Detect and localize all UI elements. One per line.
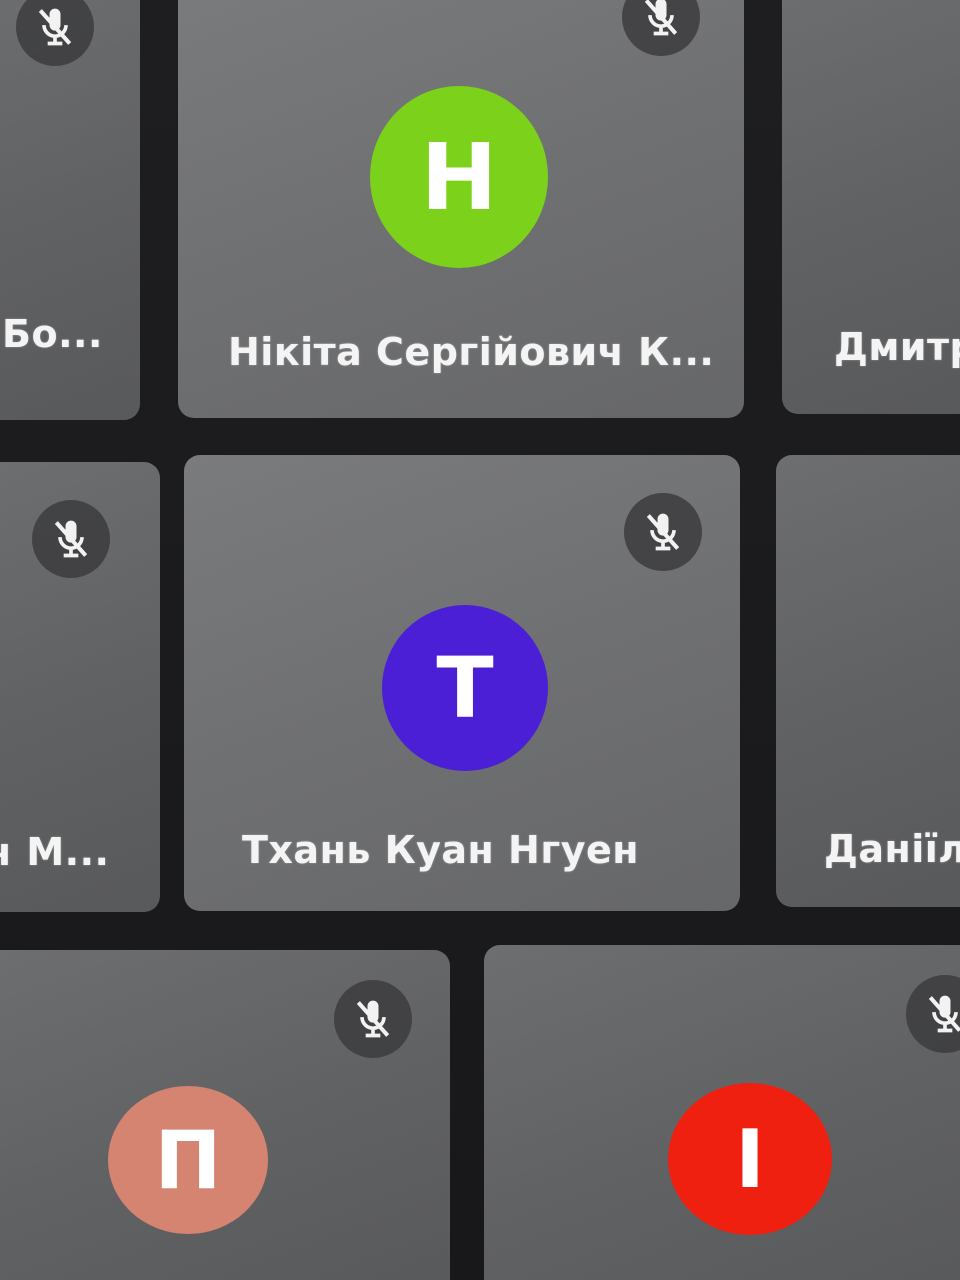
avatar: Т bbox=[382, 605, 548, 771]
participant-tile-3[interactable]: Дмитр bbox=[782, 0, 960, 414]
participant-name: ч М... bbox=[0, 830, 110, 874]
mic-off-icon bbox=[32, 500, 110, 578]
participant-tile-2[interactable]: Н Нікіта Сергійович К... bbox=[178, 0, 744, 418]
participant-name: Даніїл bbox=[824, 827, 960, 871]
participant-tile-6[interactable]: Даніїл bbox=[776, 455, 960, 907]
mic-off-icon bbox=[622, 0, 700, 56]
participant-name: Тхань Куан Нгуен bbox=[242, 828, 639, 872]
participant-tile-7[interactable]: П bbox=[0, 950, 450, 1280]
mic-off-icon bbox=[624, 493, 702, 571]
participant-tile-1[interactable]: Бо... bbox=[0, 0, 140, 420]
mic-off-icon bbox=[16, 0, 94, 66]
participant-name: Нікіта Сергійович К... bbox=[228, 330, 715, 374]
avatar: І bbox=[668, 1083, 832, 1235]
participant-name: Бо... bbox=[2, 312, 103, 356]
avatar: П bbox=[108, 1086, 268, 1234]
participant-tile-8[interactable]: І bbox=[484, 945, 960, 1280]
participant-name: Дмитр bbox=[834, 325, 960, 369]
participant-tile-4[interactable]: ч М... bbox=[0, 462, 160, 912]
meeting-grid: Бо... Н Нікіта Сергійович К... Дмитр ч М… bbox=[0, 0, 960, 1280]
avatar: Н bbox=[370, 86, 548, 268]
mic-off-icon bbox=[906, 975, 960, 1053]
participant-tile-5[interactable]: Т Тхань Куан Нгуен bbox=[184, 455, 740, 911]
mic-off-icon bbox=[334, 980, 412, 1058]
